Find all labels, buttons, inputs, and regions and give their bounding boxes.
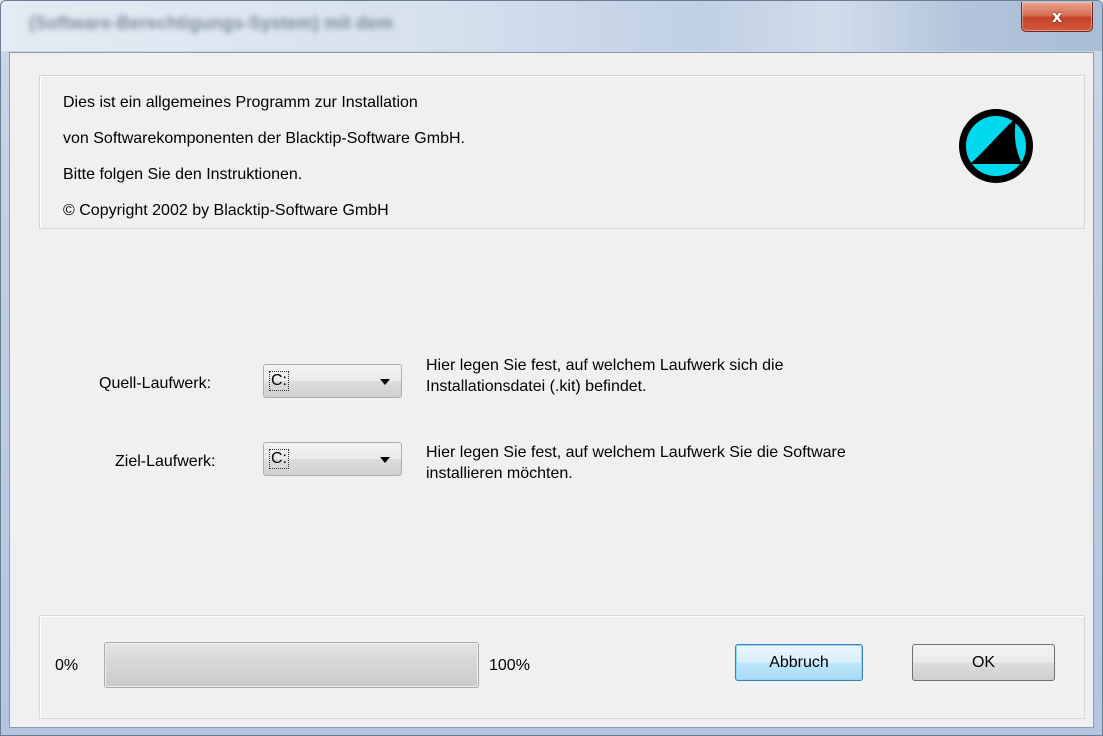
copyright-text: © Copyright 2002 by Blacktip-Software Gm… (63, 202, 389, 219)
progress-min-label: 0% (55, 657, 79, 674)
ok-button[interactable]: OK (912, 644, 1055, 681)
installer-window: (Software-Berechtigungs-System) mit dem … (0, 0, 1103, 736)
progress-bar (104, 642, 479, 688)
source-drive-label: Quell-Laufwerk: (99, 375, 212, 392)
target-drive-value: C: (269, 449, 289, 469)
close-icon: x (1051, 7, 1063, 26)
target-drive-label: Ziel-Laufwerk: (115, 453, 216, 470)
source-drive-value: C: (269, 371, 289, 391)
target-drive-hint-line1: Hier legen Sie fest, auf welchem Laufwer… (426, 444, 846, 461)
chevron-down-icon (380, 457, 390, 463)
source-drive-select[interactable]: C: (263, 364, 402, 398)
info-line-intro: Dies ist ein allgemeines Programm zur In… (63, 94, 418, 111)
source-drive-hint-line2: Installationsdatei (.kit) befindet. (426, 378, 647, 395)
title-bar-highlight (701, 1, 961, 51)
dialog-client-area: Dies ist ein allgemeines Programm zur In… (9, 52, 1094, 728)
chevron-down-icon (380, 379, 390, 385)
blacktip-fin-logo-icon (959, 109, 1033, 183)
source-drive-hint-line1: Hier legen Sie fest, auf welchem Laufwer… (426, 357, 784, 374)
close-button[interactable]: x (1021, 2, 1093, 32)
target-drive-select[interactable]: C: (263, 442, 402, 476)
progress-max-label: 100% (489, 657, 530, 674)
window-title: (Software-Berechtigungs-System) mit dem (29, 13, 394, 33)
cancel-button[interactable]: Abbruch (735, 644, 863, 681)
title-bar[interactable]: (Software-Berechtigungs-System) mit dem … (1, 1, 1102, 51)
info-line-instructions: Bitte folgen Sie den Instruktionen. (63, 166, 303, 183)
info-line-company: von Softwarekomponenten der Blacktip-Sof… (63, 130, 465, 147)
target-drive-hint-line2: installieren möchten. (426, 465, 573, 482)
